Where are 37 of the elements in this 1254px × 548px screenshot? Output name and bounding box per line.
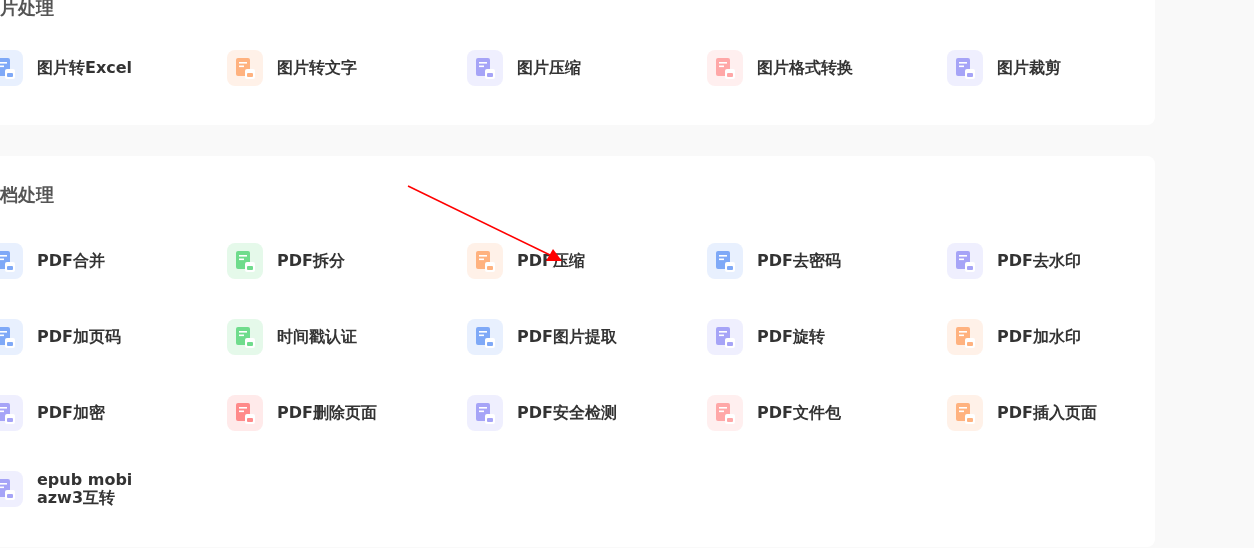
document-icon [467,243,503,279]
tool-link[interactable]: PDF去密码 [757,252,841,270]
tool-link[interactable]: PDF拆分 [277,252,345,270]
document-icon [707,50,743,86]
tool-link[interactable]: PDF去水印 [997,252,1081,270]
document-icon [707,319,743,355]
tool-link[interactable]: 图片压缩 [517,59,581,77]
tool-link[interactable]: 图片格式转换 [757,59,853,77]
document-icon [707,243,743,279]
document-icon [707,395,743,431]
tool-link[interactable]: PDF插入页面 [997,404,1097,422]
tool-link[interactable]: PDF加页码 [37,328,121,346]
document-icon [947,50,983,86]
tool-link[interactable]: PDF图片提取 [517,328,617,346]
document-icon [227,243,263,279]
tool-link[interactable]: 时间戳认证 [277,328,357,346]
tool-link[interactable]: PDF文件包 [757,404,841,422]
document-icon [947,243,983,279]
tool-link[interactable]: 图片转文字 [277,59,357,77]
tool-link[interactable]: PDF合并 [37,252,105,270]
document-icon [467,50,503,86]
tool-link[interactable]: PDF加水印 [997,328,1081,346]
document-icon [947,319,983,355]
tool-link[interactable]: 图片转Excel [37,59,133,77]
tool-link[interactable]: 图片裁剪 [997,59,1061,77]
document-icon [227,50,263,86]
section-title: 档处理 [0,183,54,207]
document-icon [467,395,503,431]
tool-link[interactable]: PDF旋转 [757,328,825,346]
tool-link[interactable]: PDF删除页面 [277,404,377,422]
tool-link[interactable]: epub mobi azw3互转 [37,471,147,507]
document-icon [467,319,503,355]
document-icon [947,395,983,431]
document-icon [227,395,263,431]
tool-link[interactable]: PDF安全检测 [517,404,617,422]
tool-link[interactable]: PDF加密 [37,404,105,422]
document-icon [227,319,263,355]
